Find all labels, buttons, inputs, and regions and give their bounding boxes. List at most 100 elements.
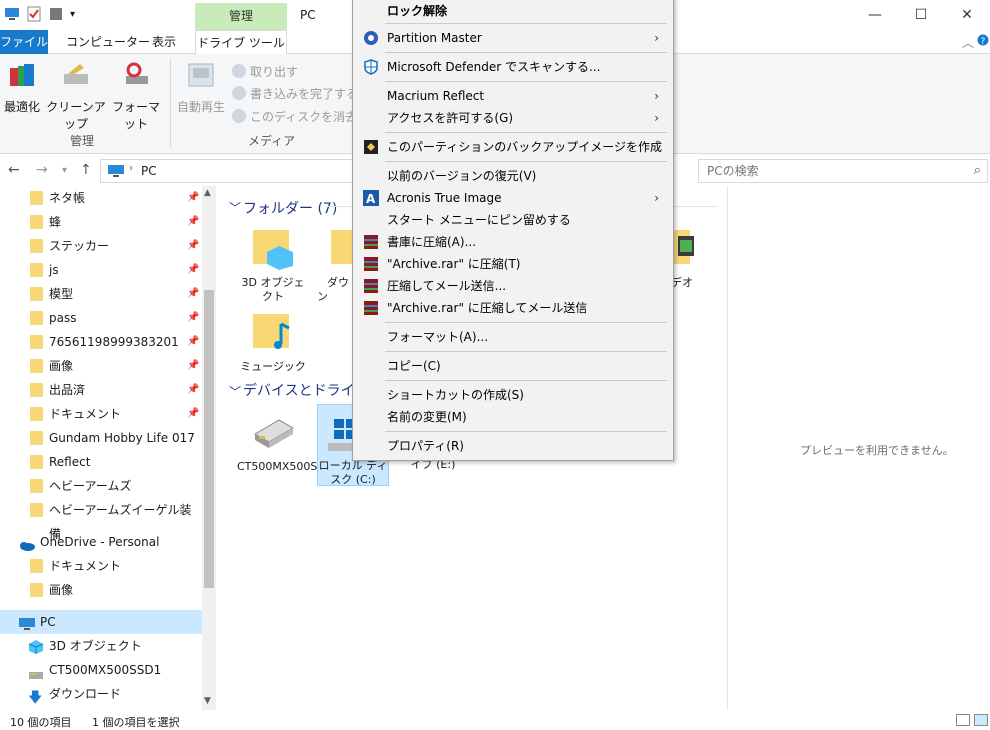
autoplay-icon [185,60,217,92]
menu-item-compress-email[interactable]: 圧縮してメール送信... [355,275,671,297]
sidebar-item[interactable]: 3D オブジェクト [0,634,202,658]
menu-item-format[interactable]: フォーマット(A)... [355,326,671,348]
folder-tile[interactable]: ミュージック [237,308,309,374]
sidebar-item[interactable]: 🡇 ダウンロード [0,682,202,706]
tab-drive-tools[interactable]: ドライブ ツール [195,30,287,55]
menu-item-macrium[interactable]: Macrium Reflect › [355,85,671,107]
eject-button[interactable]: 取り出す [232,63,298,80]
menu-item-create-shortcut[interactable]: ショートカットの作成(S) [355,384,671,406]
finish-burn-button[interactable]: 書き込みを完了する [232,85,358,102]
eject-icon [232,64,246,78]
menu-item-compress-rar[interactable]: "Archive.rar" に圧縮(T) [355,253,671,275]
recent-chevron-icon[interactable]: ▾ [62,165,67,176]
up-arrow-icon[interactable]: ↑ [80,162,92,178]
pin-icon: 📌 [187,360,200,371]
collapse-ribbon-icon[interactable]: ︿ [962,34,974,51]
sidebar-item[interactable]: ドキュメント 📌 [0,402,202,426]
address-bar[interactable]: › PC [100,159,355,183]
new-folder-icon[interactable] [48,6,64,22]
sidebar-item[interactable]: ヘビーアームズ [0,474,202,498]
computer-icon[interactable] [4,6,20,22]
sidebar-item[interactable]: 画像 📌 [0,354,202,378]
sidebar-item[interactable]: 76561198999383201 📌 [0,330,202,354]
sidebar-item[interactable]: js 📌 [0,258,202,282]
cleanup-button[interactable]: クリーンアップ [44,60,108,132]
menu-item-properties[interactable]: プロパティ(R) [355,435,671,457]
sidebar-item[interactable]: Reflect [0,450,202,474]
back-arrow-icon[interactable]: ← [8,162,20,178]
sidebar-item[interactable]: Gundam Hobby Life 017 [0,426,202,450]
optimize-button[interactable]: 最適化 [2,60,42,115]
tab-view[interactable]: 表示 [142,30,186,54]
submenu-arrow-icon: › [654,89,659,103]
folder-icon [30,311,43,325]
chevron-down-icon[interactable]: ▾ [70,9,75,20]
tab-file[interactable]: ファイル [0,30,48,54]
drive-tile[interactable]: CT500MX500SSD1 [237,408,340,474]
menu-item-partition-master[interactable]: Partition Master › [355,27,671,49]
search-icon[interactable]: ⌕ [974,163,981,178]
scroll-up-icon[interactable]: ▲ [204,188,211,198]
folder-tile[interactable]: 3D オブジェクト [237,224,309,304]
breadcrumb-chevron-icon: › [129,163,133,174]
sidebar-item[interactable]: ドキュメント [0,554,202,578]
nav-scrollbar[interactable]: ▲ ▼ [202,186,216,710]
sidebar-item[interactable]: ステッカー 📌 [0,234,202,258]
menu-item-backup-image[interactable]: このパーティションのバックアップイメージを作成 [355,136,671,158]
collapse-chevron-icon[interactable]: ﹀ [229,383,241,400]
menu-item-add-archive[interactable]: 書庫に圧縮(A)... [355,231,671,253]
menu-item-pin-start[interactable]: スタート メニューにピン留めする [355,209,671,231]
pc-icon [107,164,125,178]
sidebar-item[interactable]: 画像 [0,578,202,602]
maximize-icon[interactable]: ☐ [898,0,944,30]
sidebar-item[interactable]: pass 📌 [0,306,202,330]
menu-separator [385,52,667,53]
partition-master-icon [363,30,379,46]
menu-item-defender[interactable]: Microsoft Defender でスキャンする... [355,56,671,78]
pin-icon: 📌 [187,384,200,395]
menu-separator [385,322,667,323]
search-input[interactable] [699,160,949,182]
sidebar-item[interactable]: 模型 📌 [0,282,202,306]
scroll-thumb[interactable] [204,290,214,588]
format-icon [120,60,152,92]
sidebar-item[interactable]: 出品済 📌 [0,378,202,402]
pin-icon: 📌 [187,336,200,347]
menu-separator [385,380,667,381]
menu-item-compress-rar-email[interactable]: "Archive.rar" に圧縮してメール送信 [355,297,671,319]
sidebar-item[interactable]: CT500MX500SSD1 [0,658,202,682]
pin-icon: 📌 [187,264,200,275]
sidebar-item-onedrive[interactable]: OneDrive - Personal [0,530,202,554]
folder-tile[interactable]: ダウン [317,224,357,304]
close-icon[interactable]: ✕ [944,0,990,30]
menu-item-restore-previous[interactable]: 以前のバージョンの復元(V) [355,165,671,187]
quick-access-toolbar: ▾ [4,6,75,22]
sidebar-item[interactable]: ヘビーアームズイーゲル装備 [0,498,202,541]
menu-item-acronis[interactable]: A Acronis True Image › [355,187,671,209]
menu-item-rename[interactable]: 名前の変更(M) [355,406,671,428]
scroll-down-icon[interactable]: ▼ [204,696,211,706]
sidebar-item[interactable]: 蜂 📌 [0,210,202,234]
optimize-icon [6,60,38,92]
folders-group-header[interactable]: フォルダー (7) [243,198,337,218]
collapse-chevron-icon[interactable]: ﹀ [229,199,241,216]
help-icon[interactable]: ? [977,34,989,49]
breadcrumb: PC [141,164,157,178]
forward-arrow-icon[interactable]: → [36,162,48,178]
sidebar-item[interactable]: ネタ帳 📌 [0,186,202,210]
group-label-media: メディア [248,134,296,148]
menu-item-copy[interactable]: コピー(C) [355,355,671,377]
menu-separator [385,161,667,162]
search-box[interactable]: ⌕ [698,159,988,183]
devices-group-header[interactable]: デバイスとドライブ ( [243,380,353,400]
tiles-view-icon[interactable] [974,714,988,726]
minimize-icon[interactable]: — [852,0,898,30]
menu-item-give-access[interactable]: アクセスを許可する(G) › [355,107,671,129]
format-button[interactable]: フォーマット [108,60,164,132]
winrar-icon [363,256,379,272]
details-view-icon[interactable] [956,714,970,726]
properties-check-icon[interactable] [26,6,42,22]
sidebar-item-pc[interactable]: PC [0,610,202,634]
menu-item-unlock[interactable]: ロック解除 [355,0,671,22]
autoplay-button[interactable]: 自動再生 [174,60,228,115]
